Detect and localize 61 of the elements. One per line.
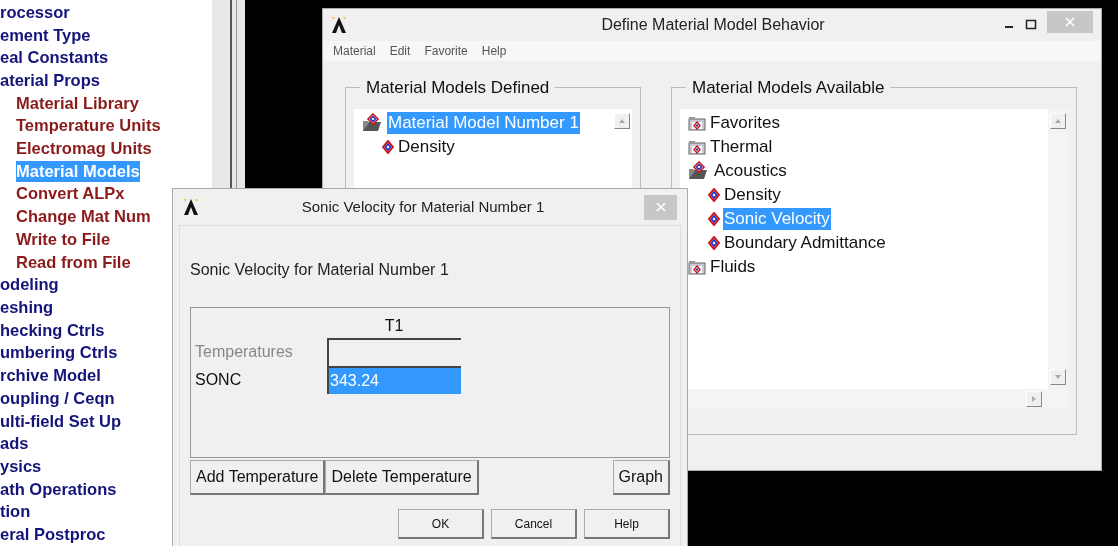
window-title: Define Material Model Behavior xyxy=(600,15,826,35)
row-label: Temperatures xyxy=(195,342,294,362)
dialog-button[interactable]: Graph xyxy=(612,460,670,495)
dialog-button[interactable]: Add Temperature xyxy=(190,460,326,495)
scroll-arrow-button[interactable] xyxy=(1050,112,1066,129)
menu-tree-item[interactable]: Convert ALPx xyxy=(16,183,125,205)
tree-item[interactable]: Fluids xyxy=(709,255,757,278)
tree-item[interactable]: Density xyxy=(397,135,456,158)
menu-tree-item[interactable]: hecking Ctrls xyxy=(0,319,105,341)
menu-tree-item[interactable]: ads xyxy=(0,433,29,455)
logo-icon xyxy=(183,198,199,216)
diamond-icon xyxy=(708,235,720,250)
tree-item[interactable]: Density xyxy=(723,183,782,206)
close-icon xyxy=(1065,17,1075,27)
tree-item[interactable]: Favorites xyxy=(709,111,781,134)
dialog-button[interactable]: Delete Temperature xyxy=(325,460,479,495)
menu-tree-item[interactable]: aterial Props xyxy=(0,69,100,91)
column-header: T1 xyxy=(383,316,405,336)
dialog-button[interactable]: Cancel xyxy=(491,509,577,539)
diamond-icon xyxy=(708,211,720,226)
menu-tree-item[interactable]: rchive Model xyxy=(0,365,101,387)
menu-tree-item[interactable]: rocessor xyxy=(0,1,70,23)
menu-tree-item[interactable]: odeling xyxy=(0,274,59,296)
menu-item[interactable]: Help xyxy=(481,42,507,60)
logo-icon xyxy=(331,16,347,34)
diamond-icon xyxy=(708,187,720,202)
menu-item[interactable]: Favorite xyxy=(424,42,468,60)
menu-tree-item[interactable]: eshing xyxy=(0,297,54,318)
menu-tree-item[interactable]: Write to File xyxy=(16,228,111,250)
menu-item[interactable]: Edit xyxy=(389,42,411,60)
scroll-arrow-button[interactable] xyxy=(1050,368,1066,385)
scroll-arrow-button[interactable] xyxy=(614,112,630,129)
tree-item[interactable]: Acoustics xyxy=(713,159,788,182)
menu-tree-item[interactable]: Material Library xyxy=(16,92,139,114)
row-label: SONC xyxy=(195,370,243,390)
menu-tree-item[interactable]: ulti-field Set Up xyxy=(0,410,121,432)
menu-tree-item[interactable]: Temperature Units xyxy=(16,115,161,137)
menu-tree-item[interactable]: Change Mat Num xyxy=(16,206,151,228)
menu-tree-item[interactable]: tion xyxy=(0,501,31,523)
tree-item[interactable]: Thermal xyxy=(709,135,774,158)
maximize-icon[interactable] xyxy=(1025,19,1037,31)
menu-item[interactable]: Material xyxy=(333,42,376,60)
diamond-icon xyxy=(382,139,394,154)
menu-tree-item[interactable]: ysics xyxy=(0,455,42,477)
dialog-title: Sonic Velocity for Material Number 1 xyxy=(300,196,546,217)
menu-tree-item[interactable]: eal Constants xyxy=(0,47,109,69)
group-title: Material Models Defined xyxy=(365,77,551,99)
scroll-arrow-button[interactable] xyxy=(1026,390,1042,407)
menu-tree-item[interactable]: eral Postproc xyxy=(0,524,106,545)
menu-tree-item[interactable]: Read from File xyxy=(16,251,131,273)
menu-tree-item[interactable]: ement Type xyxy=(0,24,91,46)
dialog-button[interactable]: Help xyxy=(584,509,670,539)
tree-item[interactable]: Boundary Admittance xyxy=(723,231,887,254)
dialog-heading: Sonic Velocity for Material Number 1 xyxy=(190,260,450,280)
dialog-button[interactable]: OK xyxy=(398,509,484,539)
group-title: Material Models Available xyxy=(691,77,886,99)
menu-tree-item[interactable]: ath Operations xyxy=(0,478,117,500)
menu-tree-item[interactable]: umbering Ctrls xyxy=(0,342,118,364)
close-icon xyxy=(655,202,666,212)
menu-tree-item[interactable]: oupling / Ceqn xyxy=(0,387,115,409)
menu-tree-item[interactable]: Electromag Units xyxy=(16,138,152,160)
